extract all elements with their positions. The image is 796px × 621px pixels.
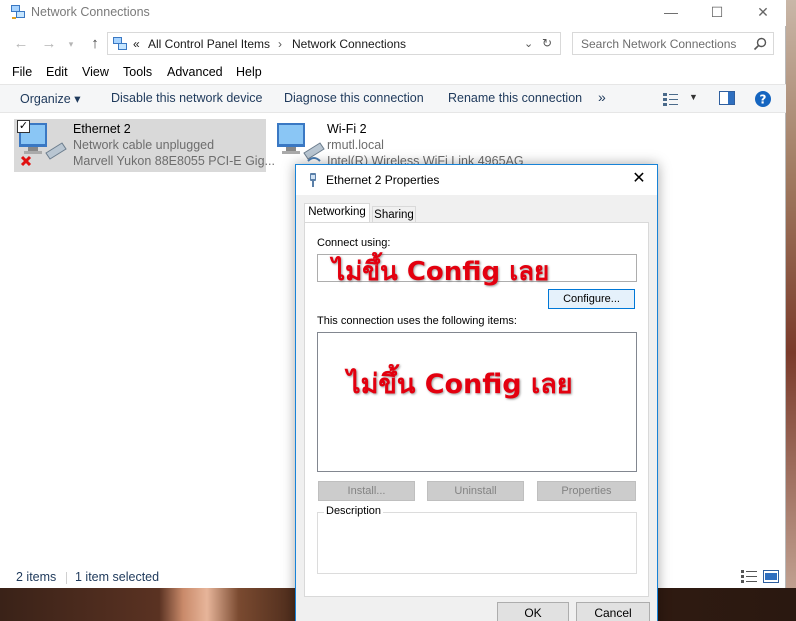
uninstall-button[interactable]: Uninstall xyxy=(427,481,524,501)
connection-items-label: This connection uses the following items… xyxy=(317,315,517,327)
menu-view[interactable]: View xyxy=(82,65,109,79)
large-icons-view-icon[interactable] xyxy=(763,570,779,583)
annotation-text: ไม่ขึ้น Config เลย xyxy=(347,369,573,400)
address-dropdown-icon[interactable]: ⌄ xyxy=(524,37,533,50)
rename-button[interactable]: Rename this connection xyxy=(448,91,582,105)
title-bar: Network Connections — ☐ ✕ xyxy=(0,0,786,26)
annotation-text: ไม่ขึ้น Config เลย xyxy=(332,257,550,287)
more-commands-button[interactable]: » xyxy=(598,89,606,105)
view-options-chevron-icon[interactable]: ▼ xyxy=(689,92,698,102)
help-icon[interactable]: ? xyxy=(754,90,772,108)
cancel-button[interactable]: Cancel xyxy=(576,602,650,621)
item-count: 2 items xyxy=(16,570,57,584)
breadcrumb-separator[interactable]: › xyxy=(278,37,282,51)
address-bar[interactable]: « All Control Panel Items › Network Conn… xyxy=(107,32,561,55)
ok-button[interactable]: OK xyxy=(497,602,569,621)
menu-help[interactable]: Help xyxy=(236,65,262,79)
command-bar: Organize ▾ Disable this network device D… xyxy=(0,84,786,113)
item-name: Wi-Fi 2 xyxy=(327,122,367,136)
menu-edit[interactable]: Edit xyxy=(46,65,68,79)
item-device: Marvell Yukon 88E8055 PCI-E Gig... xyxy=(73,154,275,168)
forward-arrow-icon[interactable]: → xyxy=(39,34,59,54)
dialog-title: Ethernet 2 Properties xyxy=(326,173,440,187)
menu-tools[interactable]: Tools xyxy=(123,65,152,79)
search-placeholder: Search Network Connections xyxy=(581,37,737,51)
details-view-icon[interactable] xyxy=(741,570,757,583)
wifi-adapter-icon xyxy=(277,123,325,162)
control-panel-icon xyxy=(113,37,127,50)
menu-file[interactable]: File xyxy=(12,65,32,79)
install-button[interactable]: Install... xyxy=(318,481,415,501)
ethernet-properties-dialog: Ethernet 2 Properties ✕ Networking Shari… xyxy=(295,164,658,621)
up-arrow-icon[interactable]: ↑ xyxy=(85,34,105,54)
connect-using-label: Connect using: xyxy=(317,237,391,249)
address-row: ← → ▾ ↑ « All Control Panel Items › Netw… xyxy=(0,30,786,58)
networking-tab-panel: Connect using: Configure... This connect… xyxy=(304,222,649,597)
connection-item-ethernet-2[interactable]: ✓ Ethernet 2 Network cable unplugged Mar… xyxy=(14,119,275,172)
organize-button[interactable]: Organize ▾ xyxy=(20,91,80,106)
breadcrumb-control-panel[interactable]: All Control Panel Items xyxy=(148,37,270,51)
properties-button[interactable]: Properties xyxy=(537,481,636,501)
search-box[interactable]: Search Network Connections xyxy=(572,32,774,55)
minimize-button[interactable]: — xyxy=(648,0,694,26)
item-status: Network cable unplugged xyxy=(73,138,215,152)
item-name: Ethernet 2 xyxy=(73,122,131,136)
refresh-icon[interactable]: ↻ xyxy=(542,36,552,50)
description-group: Description xyxy=(317,505,637,574)
tab-networking[interactable]: Networking xyxy=(304,203,370,223)
menu-bar: File Edit View Tools Advanced Help xyxy=(0,62,786,82)
menu-advanced[interactable]: Advanced xyxy=(167,65,223,79)
change-view-icon[interactable] xyxy=(663,92,679,106)
window-title: Network Connections xyxy=(31,5,150,19)
configure-button[interactable]: Configure... xyxy=(548,289,635,309)
recent-locations-chevron-icon[interactable]: ▾ xyxy=(64,34,78,54)
status-separator xyxy=(66,572,67,584)
back-arrow-icon[interactable]: ← xyxy=(11,34,31,54)
search-icon[interactable] xyxy=(752,36,768,52)
item-status: rmutl.local xyxy=(327,138,384,152)
network-connections-icon xyxy=(11,5,25,19)
desktop-wallpaper-edge xyxy=(786,0,796,588)
breadcrumb-network-connections[interactable]: Network Connections xyxy=(292,37,406,51)
selection-count: 1 item selected xyxy=(75,570,160,584)
network-adapter-icon xyxy=(310,173,316,187)
preview-pane-icon[interactable] xyxy=(719,91,735,105)
dialog-close-icon[interactable]: ✕ xyxy=(629,169,649,189)
description-label: Description xyxy=(324,505,384,517)
close-button[interactable]: ✕ xyxy=(740,0,786,26)
disable-device-button[interactable]: Disable this network device xyxy=(111,91,262,105)
diagnose-button[interactable]: Diagnose this connection xyxy=(284,91,424,105)
dialog-title-bar: Ethernet 2 Properties ✕ xyxy=(296,165,657,195)
svg-text:?: ? xyxy=(760,93,767,107)
breadcrumb-overflow[interactable]: « xyxy=(133,37,140,51)
selection-checkbox[interactable]: ✓ xyxy=(17,120,30,133)
maximize-button[interactable]: ☐ xyxy=(694,0,740,26)
